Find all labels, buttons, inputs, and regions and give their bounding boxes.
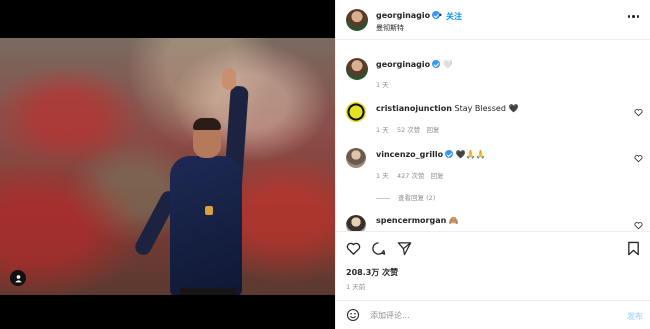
comment-username[interactable]: spencermorgan [376,216,446,225]
heart-icon[interactable] [346,241,361,256]
like-count[interactable]: 208.3万 次赞 [346,267,398,278]
verified-badge-icon [445,150,454,158]
media-pane: 7 [0,0,335,329]
view-replies-button[interactable]: 查看回复 (2) [376,192,435,202]
more-options-icon[interactable] [627,15,639,18]
tagged-user-button[interactable] [10,270,26,286]
comment-avatar[interactable] [346,102,366,122]
reply-button[interactable]: 回复 [431,172,444,180]
avatar[interactable] [346,9,368,31]
caption-time: 1 天 [376,81,389,89]
post-header: georginagio • 关注 曼彻斯特 [336,0,650,40]
caption: georginagio 🤍 [376,60,453,69]
comment-item: spencermorgan 🙈 [376,216,459,225]
comment-like-heart-icon[interactable] [634,221,643,230]
post-details-pane: georginagio • 关注 曼彻斯特 georginagio 🤍 1 天 … [335,0,650,329]
follow-button[interactable]: 关注 [446,11,462,22]
comment-bar: 发布 [336,300,650,329]
comment-text: 🖤🙏🙏 [455,150,486,159]
emoji-icon[interactable] [346,308,360,322]
post-actions: 208.3万 次赞 1 天前 [336,231,650,291]
photo-player-shorts [180,288,236,295]
comment-time: 1 天 [376,172,389,180]
caption-username[interactable]: georginagio [376,60,430,69]
bookmark-icon[interactable] [626,241,641,256]
comment-text: 🙈 [448,216,459,225]
comment-meta: 1 天 427 次赞 回复 [376,170,444,180]
comment-like-heart-icon[interactable] [634,108,643,117]
header-username[interactable]: georginagio [376,11,441,20]
comment-username[interactable]: vincenzo_grillo [376,150,443,159]
separator-dot: • [438,11,443,20]
comment-icon[interactable] [371,241,386,256]
comment-meta: 1 天 52 次赞 回复 [376,124,440,134]
comments-list: georginagio 🤍 1 天 cristianojunction Stay… [336,41,650,231]
share-icon[interactable] [397,241,412,256]
photo-player-shirt [170,156,242,295]
user-icon [14,274,22,282]
post-photo[interactable]: 7 [0,38,335,295]
comment-item: cristianojunction Stay Blessed 🖤 [376,104,518,113]
comment-time: 1 天 [376,126,389,134]
photo-player-hair [193,118,221,130]
comment-avatar[interactable] [346,148,366,168]
comment-input[interactable] [370,307,600,323]
post-comment-button[interactable]: 发布 [627,311,643,322]
caption-avatar[interactable] [346,58,368,80]
comment-likes[interactable]: 427 次赞 [397,172,424,180]
photo-club-crest [205,206,213,215]
comment-avatar[interactable] [346,215,366,231]
replies-divider [376,197,390,199]
comment-likes[interactable]: 52 次赞 [397,126,420,134]
verified-badge-icon [432,60,441,68]
comment-item: vincenzo_grillo 🖤🙏🙏 [376,150,486,159]
reply-button[interactable]: 回复 [427,126,440,134]
comment-text: Stay Blessed 🖤 [454,104,519,113]
photo-hand [222,68,236,90]
caption-text: 🤍 [442,60,453,69]
post-time: 1 天前 [346,283,366,291]
instagram-post-modal: 7 georginagio • 关注 曼彻斯特 georginag [0,0,650,329]
comment-username[interactable]: cristianojunction [376,104,452,113]
comment-like-heart-icon[interactable] [634,154,643,163]
post-location[interactable]: 曼彻斯特 [376,23,404,33]
